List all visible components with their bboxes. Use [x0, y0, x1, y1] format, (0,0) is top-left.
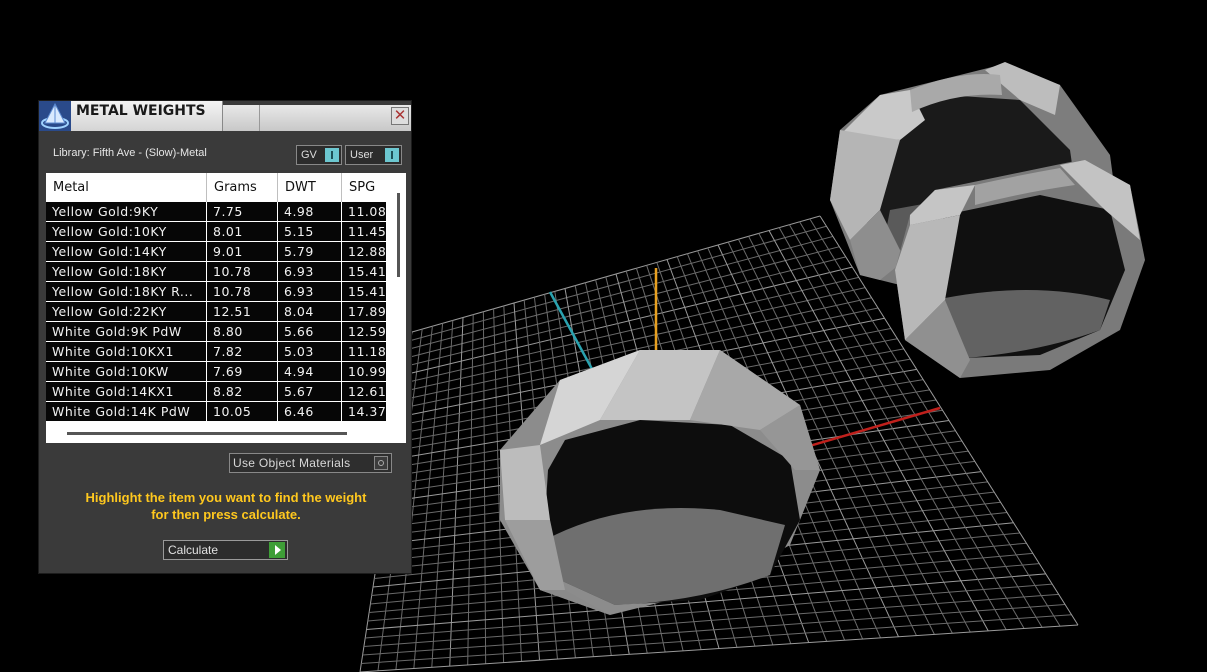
column-header-spg[interactable]: SPG [342, 173, 386, 202]
cell-spg: 12.88 [342, 242, 386, 261]
table-row[interactable]: White Gold:9K PdW 8.80 5.66 12.59 [46, 322, 386, 342]
cell-grams: 9.01 [207, 242, 277, 261]
cell-metal: White Gold:14KX1 [46, 382, 206, 401]
cell-grams: 10.78 [207, 282, 277, 301]
cell-grams: 8.01 [207, 222, 277, 241]
cell-spg: 17.89 [342, 302, 386, 321]
column-header-grams[interactable]: Grams [207, 173, 278, 202]
cell-grams: 8.80 [207, 322, 277, 341]
use-object-materials-label: Use Object Materials [233, 456, 351, 470]
cell-dwt: 8.04 [278, 302, 341, 321]
cell-metal: Yellow Gold:14KY [46, 242, 206, 261]
cell-dwt: 6.93 [278, 262, 341, 281]
instruction-line-2: for then press calculate. [151, 507, 301, 522]
play-icon[interactable] [269, 542, 285, 558]
column-header-dwt[interactable]: DWT [278, 173, 342, 202]
cell-metal: White Gold:14K PdW [46, 402, 206, 421]
toggle-icon[interactable] [385, 148, 399, 162]
table-row[interactable]: Yellow Gold:14KY 9.01 5.79 12.88 [46, 242, 386, 262]
cell-dwt: 6.46 [278, 402, 341, 421]
metal-weights-panel: METAL WEIGHTS ✕ Library: Fifth Ave - (Sl… [38, 100, 412, 574]
close-icon[interactable]: ✕ [391, 107, 409, 125]
cell-grams: 7.75 [207, 202, 277, 221]
calculate-button-label: Calculate [168, 543, 219, 557]
panel-title: METAL WEIGHTS [76, 103, 206, 119]
cell-spg: 11.18 [342, 342, 386, 361]
cell-dwt: 5.66 [278, 322, 341, 341]
cell-grams: 10.05 [207, 402, 277, 421]
cell-metal: White Gold:10KW [46, 362, 206, 381]
vertical-scroll-thumb[interactable] [397, 193, 400, 277]
cell-spg: 10.99 [342, 362, 386, 381]
column-header-metal[interactable]: Metal [46, 173, 207, 202]
cell-spg: 11.08 [342, 202, 386, 221]
cell-metal: Yellow Gold:10KY [46, 222, 206, 241]
cell-dwt: 5.79 [278, 242, 341, 261]
instruction-line-1: Highlight the item you want to find the … [85, 490, 367, 505]
radio-icon[interactable] [374, 456, 388, 470]
cell-metal: Yellow Gold:22KY [46, 302, 206, 321]
cell-dwt: 4.94 [278, 362, 341, 381]
cell-metal: Yellow Gold:18KY R... [46, 282, 206, 301]
titlebar-divider [259, 105, 260, 131]
cell-spg: 14.37 [342, 402, 386, 421]
cell-dwt: 4.98 [278, 202, 341, 221]
table-row[interactable]: Yellow Gold:9KY 7.75 4.98 11.08 [46, 202, 386, 222]
table-row[interactable]: White Gold:14K PdW 10.05 6.46 14.37 [46, 402, 386, 422]
use-object-materials-option[interactable]: Use Object Materials [229, 453, 392, 473]
gv-toggle[interactable]: GV [296, 145, 342, 165]
table-row[interactable]: Yellow Gold:18KY 10.78 6.93 15.41 [46, 262, 386, 282]
cell-metal: Yellow Gold:18KY [46, 262, 206, 281]
table-row[interactable]: Yellow Gold:10KY 8.01 5.15 11.45 [46, 222, 386, 242]
cell-grams: 10.78 [207, 262, 277, 281]
table-row[interactable]: Yellow Gold:18KY R... 10.78 6.93 15.41 [46, 282, 386, 302]
table-header: Metal Grams DWT SPG [46, 173, 386, 202]
gv-toggle-label: GV [301, 149, 317, 161]
cell-spg: 12.59 [342, 322, 386, 341]
horizontal-scroll-thumb[interactable] [67, 432, 347, 435]
toggle-icon[interactable] [325, 148, 339, 162]
panel-titlebar[interactable]: METAL WEIGHTS ✕ [39, 101, 411, 133]
table-row[interactable]: White Gold:14KX1 8.82 5.67 12.61 [46, 382, 386, 402]
metal-table: Metal Grams DWT SPG Yellow Gold:9KY 7.75 4… [46, 173, 406, 443]
cell-grams: 8.82 [207, 382, 277, 401]
cell-dwt: 5.03 [278, 342, 341, 361]
cell-dwt: 5.67 [278, 382, 341, 401]
titlebar-spacer [223, 105, 411, 131]
cell-grams: 7.69 [207, 362, 277, 381]
cell-grams: 12.51 [207, 302, 277, 321]
cell-dwt: 6.93 [278, 282, 341, 301]
library-label: Library: Fifth Ave - (Slow)-Metal [53, 147, 207, 159]
cell-metal: White Gold:9K PdW [46, 322, 206, 341]
instruction-text: Highlight the item you want to find the … [59, 489, 393, 523]
cell-spg: 15.41 [342, 282, 386, 301]
cell-metal: White Gold:10KX1 [46, 342, 206, 361]
cell-spg: 12.61 [342, 382, 386, 401]
cell-dwt: 5.15 [278, 222, 341, 241]
calculate-button[interactable]: Calculate [163, 540, 288, 560]
cell-spg: 11.45 [342, 222, 386, 241]
table-body: Yellow Gold:9KY 7.75 4.98 11.08 Yellow Gold:… [46, 202, 386, 422]
table-row[interactable]: Yellow Gold:22KY 12.51 8.04 17.89 [46, 302, 386, 322]
user-toggle[interactable]: User [345, 145, 402, 165]
table-row[interactable]: White Gold:10KX1 7.82 5.03 11.18 [46, 342, 386, 362]
user-toggle-label: User [350, 149, 374, 161]
cell-spg: 15.41 [342, 262, 386, 281]
table-row[interactable]: White Gold:10KW 7.69 4.94 10.99 [46, 362, 386, 382]
cell-metal: Yellow Gold:9KY [46, 202, 206, 221]
cell-grams: 7.82 [207, 342, 277, 361]
pyramid-logo-icon [39, 101, 71, 131]
